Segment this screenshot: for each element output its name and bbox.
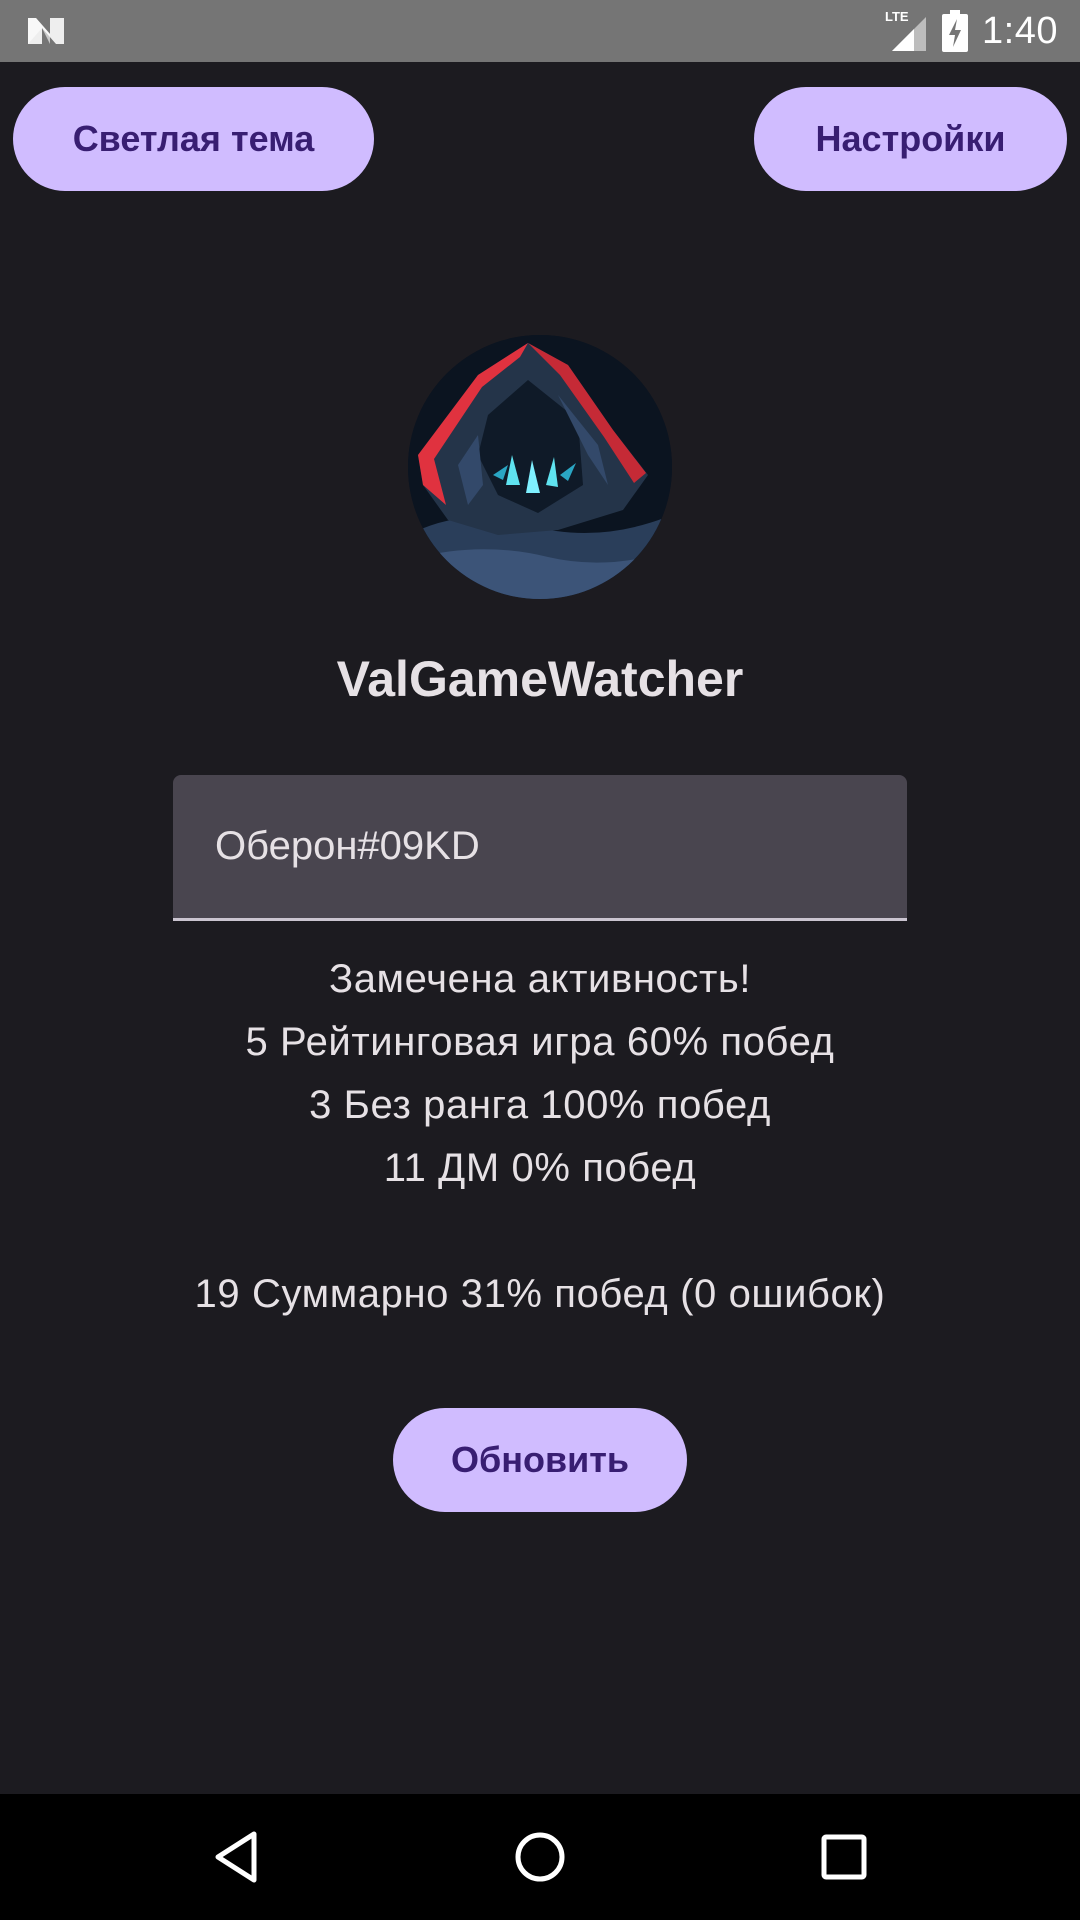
avatar bbox=[408, 335, 672, 599]
refresh-button[interactable]: Обновить bbox=[393, 1408, 687, 1512]
settings-button[interactable]: Настройки bbox=[754, 87, 1067, 191]
stats-block: Замечена активность! 5 Рейтинговая игра … bbox=[0, 948, 1080, 1326]
back-icon bbox=[215, 1831, 257, 1883]
hooded-figure-avatar-image bbox=[408, 335, 672, 599]
home-button[interactable] bbox=[505, 1822, 575, 1892]
ranked-stats-text: 5 Рейтинговая игра 60% побед bbox=[245, 1020, 835, 1064]
back-button[interactable] bbox=[201, 1822, 271, 1892]
status-time: 1:40 bbox=[982, 9, 1058, 52]
status-bar: LTE 1:40 bbox=[0, 0, 1080, 62]
app-title: ValGameWatcher bbox=[336, 651, 744, 707]
app-screen: LTE 1:40 Светлая тема Настройки ValGameW… bbox=[0, 0, 1080, 1920]
deathmatch-stats-text: 11 ДМ 0% побед bbox=[383, 1146, 697, 1190]
stats-spacer bbox=[0, 1200, 1080, 1263]
total-stats-text: 19 Суммарно 31% побед (0 ошибок) bbox=[194, 1272, 886, 1316]
player-tag-input[interactable] bbox=[215, 775, 865, 918]
light-theme-button[interactable]: Светлая тема bbox=[13, 87, 374, 191]
navigation-bar bbox=[0, 1794, 1080, 1920]
home-icon bbox=[515, 1832, 565, 1882]
battery-charging-icon bbox=[942, 10, 969, 52]
player-tag-field[interactable] bbox=[173, 775, 907, 921]
status-right: LTE 1:40 bbox=[884, 0, 1058, 62]
notification-n-icon bbox=[28, 18, 64, 44]
svg-text:LTE: LTE bbox=[885, 9, 909, 24]
recents-icon bbox=[821, 1834, 867, 1880]
activity-status-text: Замечена активность! bbox=[328, 957, 752, 1001]
lte-signal-icon: LTE bbox=[885, 9, 927, 51]
unrated-stats-text: 3 Без ранга 100% побед bbox=[309, 1083, 771, 1127]
recents-button[interactable] bbox=[809, 1822, 879, 1892]
